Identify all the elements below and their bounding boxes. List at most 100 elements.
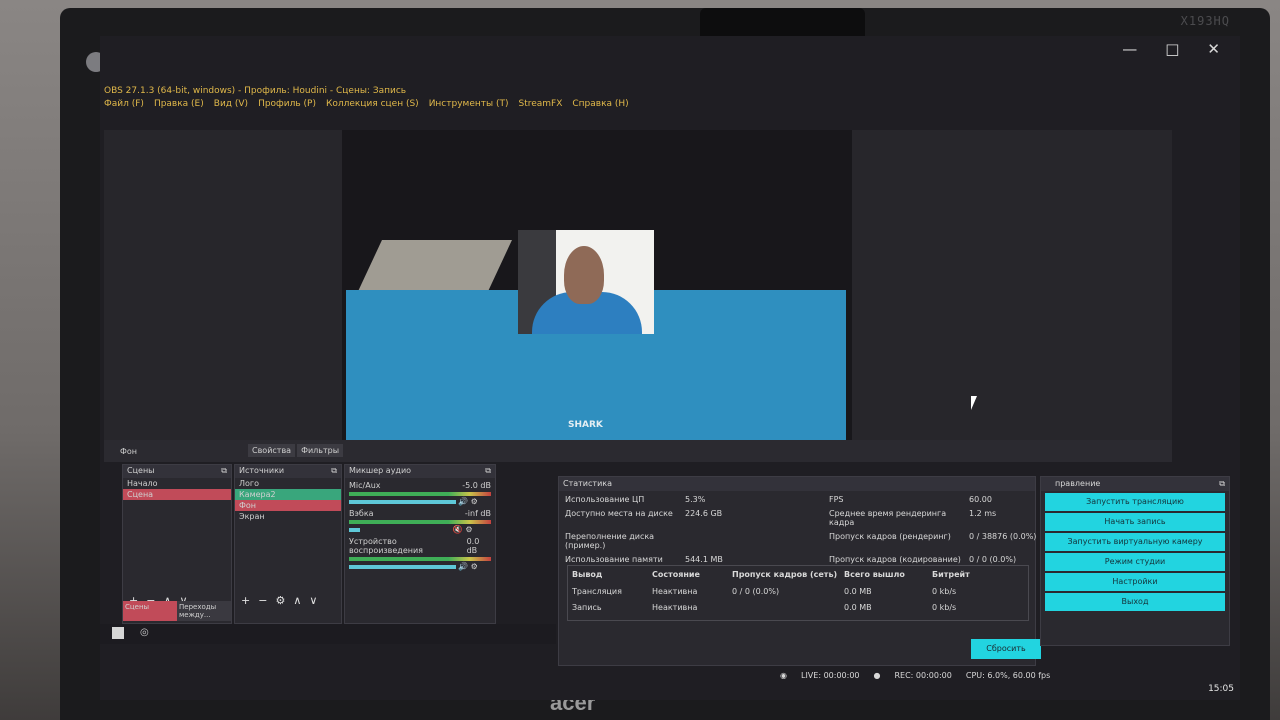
menu-edit[interactable]: Правка (E): [154, 99, 204, 109]
stat-label: Использование памяти: [565, 555, 663, 564]
menu-view[interactable]: Вид (V): [214, 99, 248, 109]
channel-level: 0.0 dB: [466, 537, 480, 555]
stats-grid: Использование ЦП 5.3% FPS 60.00 Доступно ме…: [565, 495, 1036, 564]
speaker-icon[interactable]: 🔊: [458, 562, 468, 571]
menu-scene-collection[interactable]: Коллекция сцен (S): [326, 99, 419, 109]
current-source-label: Фон: [120, 446, 138, 456]
preview-area[interactable]: SHARK: [104, 130, 1172, 460]
start-virtual-camera-button[interactable]: Запустить виртуальную камеру: [1045, 533, 1225, 551]
tab-transitions[interactable]: Переходы между...: [177, 601, 231, 621]
exit-button[interactable]: Выход: [1045, 593, 1225, 611]
source-item[interactable]: Экран: [235, 511, 341, 522]
scenes-dock: Сцены⧉ Начало Сцена +−∧∨ Сцены Переходы …: [122, 464, 232, 624]
start-streaming-button[interactable]: Запустить трансляцию: [1045, 493, 1225, 511]
gear-icon[interactable]: ⚙: [471, 497, 478, 506]
menu-bar: Файл (F) Правка (E) Вид (V) Профиль (P) …: [104, 99, 629, 109]
down-icon[interactable]: ∨: [309, 594, 317, 607]
table-header: Битрейт: [932, 570, 970, 579]
obs-taskbar-icon[interactable]: ◎: [140, 627, 149, 638]
table-cell: 0 / 0 (0.0%): [732, 586, 780, 596]
table-header: Состояние: [652, 570, 700, 579]
menu-tools[interactable]: Инструменты (T): [429, 99, 509, 109]
maximize-icon[interactable]: □: [1165, 40, 1179, 58]
speaker-icon[interactable]: 🔊: [458, 497, 468, 506]
taskbar: ◎: [100, 624, 556, 644]
settings-button[interactable]: Настройки: [1045, 573, 1225, 591]
table-header: Вывод: [572, 570, 603, 579]
audio-mixer-dock: Микшер аудио ⧉ Mic/Aux -5.0 dB 🔊 ⚙ Вэбка -i…: [344, 464, 496, 624]
scene-item[interactable]: Сцена: [123, 489, 231, 500]
start-recording-button[interactable]: Начать запись: [1045, 513, 1225, 531]
sources-header: Источники: [239, 466, 285, 475]
table-cell: [732, 603, 844, 616]
menu-help[interactable]: Справка (H): [572, 99, 628, 109]
tab-scenes[interactable]: Сцены: [123, 601, 177, 621]
mixer-channel: Устройство воспроизведения 0.0 dB 🔊 ⚙: [345, 534, 495, 571]
stat-label: Среднее время рендеринга кадра: [829, 509, 947, 527]
window-controls: — □ ✕: [1122, 40, 1220, 58]
menu-profile[interactable]: Профиль (P): [258, 99, 316, 109]
monitor-model-label: X193HQ: [1180, 14, 1230, 28]
mixer-channel: Вэбка -inf dB 🔇 ⚙: [345, 506, 495, 534]
add-icon[interactable]: +: [241, 594, 250, 607]
filters-button[interactable]: Фильтры: [297, 444, 344, 457]
controls-dock: правление ⧉ Запустить трансляцию Начать з…: [1040, 476, 1230, 646]
minimize-icon[interactable]: —: [1122, 40, 1137, 58]
up-icon[interactable]: ∧: [293, 594, 301, 607]
volume-meter: [349, 520, 491, 524]
rec-timer: REC: 00:00:00: [894, 670, 952, 680]
channel-name: Вэбка: [349, 509, 374, 518]
undock-icon[interactable]: ⧉: [221, 466, 227, 477]
source-item[interactable]: Камера2: [235, 489, 341, 500]
volume-slider[interactable]: [349, 528, 361, 532]
stat-label: Доступно места на диске: [565, 509, 673, 518]
scene-item[interactable]: Начало: [123, 478, 231, 489]
mouse-cursor-icon: [971, 396, 977, 410]
monitor-frame: X193HQ acer — □ ✕ OBS 27.1.3 (64-bit, wi…: [60, 8, 1270, 720]
volume-slider[interactable]: [349, 565, 456, 569]
stats-header: Статистика: [559, 477, 1035, 491]
stat-value: 224.6 GB: [685, 509, 723, 518]
muted-speaker-icon[interactable]: 🔇: [453, 525, 463, 534]
live-icon: ◉: [780, 670, 787, 680]
stat-label: FPS: [829, 495, 844, 504]
watermark-text: SHARK: [568, 420, 603, 430]
channel-name: Устройство воспроизведения: [349, 537, 423, 555]
gear-icon[interactable]: ⚙: [465, 525, 472, 534]
stat-label: Переполнение диска (пример.): [565, 532, 655, 550]
table-cell: Запись: [572, 603, 602, 613]
cpu-fps: CPU: 6.0%, 60.00 fps: [965, 670, 1051, 680]
controls-header: правление: [1055, 479, 1101, 488]
gear-icon[interactable]: ⚙: [471, 562, 478, 571]
source-item[interactable]: Лого: [235, 478, 341, 489]
clock: 15:05: [1208, 684, 1234, 694]
gear-icon[interactable]: ⚙: [275, 594, 285, 607]
close-icon[interactable]: ✕: [1207, 40, 1220, 58]
undock-icon[interactable]: ⧉: [1219, 479, 1225, 489]
stat-label: Использование ЦП: [565, 495, 645, 504]
channel-level: -5.0 dB: [462, 481, 491, 490]
stat-value: 5.3%: [685, 495, 706, 504]
properties-button[interactable]: Свойства: [248, 444, 296, 457]
preview-canvas[interactable]: SHARK: [342, 130, 852, 452]
menu-streamfx[interactable]: StreamFX: [518, 99, 562, 109]
mixer-channel: Mic/Aux -5.0 dB 🔊 ⚙: [345, 478, 495, 506]
stats-dock: Статистика Использование ЦП 5.3% FPS 60.00 …: [558, 476, 1041, 666]
window-title: OBS 27.1.3 (64-bit, windows) - Профиль: …: [104, 86, 407, 96]
menu-file[interactable]: Файл (F): [104, 99, 144, 109]
volume-slider[interactable]: [349, 500, 456, 504]
table-cell: 0.0 MB: [844, 603, 872, 613]
camera-source: [518, 230, 654, 334]
table-cell: Неактивна: [652, 603, 698, 613]
undock-icon[interactable]: ⧉: [485, 466, 491, 477]
windows-start-icon[interactable]: [112, 627, 124, 639]
stat-label: Пропуск кадров (рендеринг): [829, 532, 951, 541]
remove-icon[interactable]: −: [258, 594, 267, 607]
source-item[interactable]: Фон: [235, 500, 341, 511]
sources-dock: Источники ⧉ Лого Камера2 Фон Экран + − ⚙ ∧ ∨: [234, 464, 342, 624]
rec-icon: ●: [873, 670, 881, 680]
stat-label: Пропуск кадров (кодирование): [829, 555, 961, 564]
undock-icon[interactable]: ⧉: [331, 466, 337, 477]
studio-mode-button[interactable]: Режим студии: [1045, 553, 1225, 571]
reset-button[interactable]: Сбросить: [971, 639, 1041, 659]
